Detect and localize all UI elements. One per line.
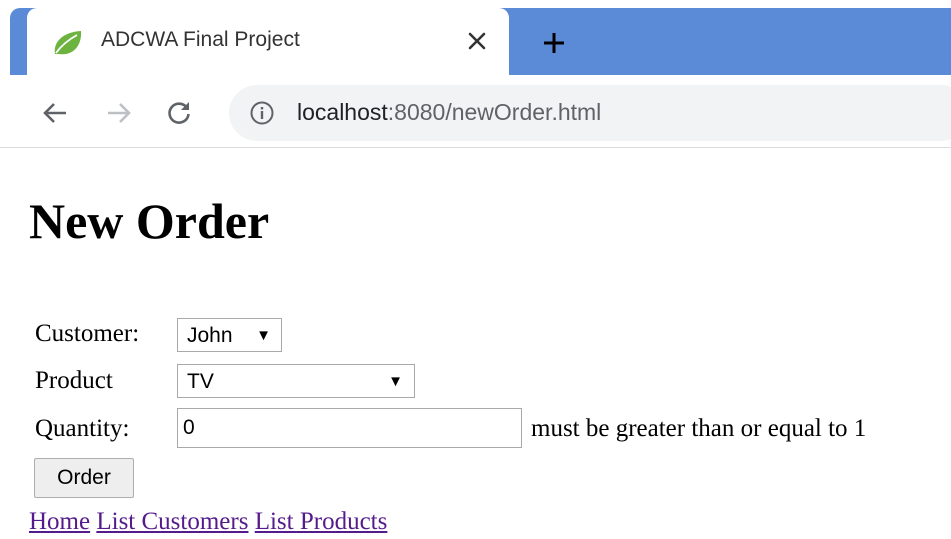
- address-url[interactable]: localhost:8080/newOrder.html: [297, 99, 601, 126]
- customer-label: Customer:: [35, 320, 140, 347]
- nav-links: Home List Customers List Products: [29, 509, 387, 534]
- customer-select-value: John: [187, 324, 233, 347]
- close-icon[interactable]: [459, 23, 495, 59]
- list-customers-link[interactable]: List Customers: [96, 508, 248, 535]
- arrow-right-icon[interactable]: [103, 97, 135, 129]
- tab-title: ADCWA Final Project: [101, 28, 300, 51]
- url-path: :8080/newOrder.html: [387, 99, 602, 125]
- address-bar[interactable]: localhost:8080/newOrder.html: [229, 85, 951, 141]
- quantity-input[interactable]: [177, 408, 522, 448]
- browser-tab[interactable]: ADCWA Final Project: [27, 8, 509, 75]
- quantity-label: Quantity:: [35, 415, 130, 442]
- product-select-value: TV: [187, 370, 214, 393]
- order-button[interactable]: Order: [34, 458, 134, 498]
- dropdown-arrow-icon: ▼: [388, 373, 403, 390]
- dropdown-arrow-icon: ▼: [256, 327, 271, 344]
- browser-toolbar: localhost:8080/newOrder.html: [0, 75, 951, 148]
- browser-tabstrip: ADCWA Final Project: [0, 0, 951, 75]
- product-select[interactable]: TV ▼: [177, 364, 415, 398]
- plus-icon[interactable]: [534, 25, 574, 61]
- arrow-left-icon[interactable]: [39, 97, 71, 129]
- spring-leaf-icon: [51, 28, 85, 58]
- page-title: New Order: [29, 193, 270, 249]
- product-label: Product: [35, 367, 113, 394]
- customer-select[interactable]: John ▼: [177, 318, 282, 352]
- reload-icon[interactable]: [163, 97, 195, 129]
- home-link[interactable]: Home: [29, 508, 90, 535]
- info-icon[interactable]: [249, 100, 275, 126]
- quantity-error-message: must be greater than or equal to 1: [531, 415, 867, 442]
- url-host: localhost: [297, 99, 388, 125]
- list-products-link[interactable]: List Products: [255, 508, 388, 535]
